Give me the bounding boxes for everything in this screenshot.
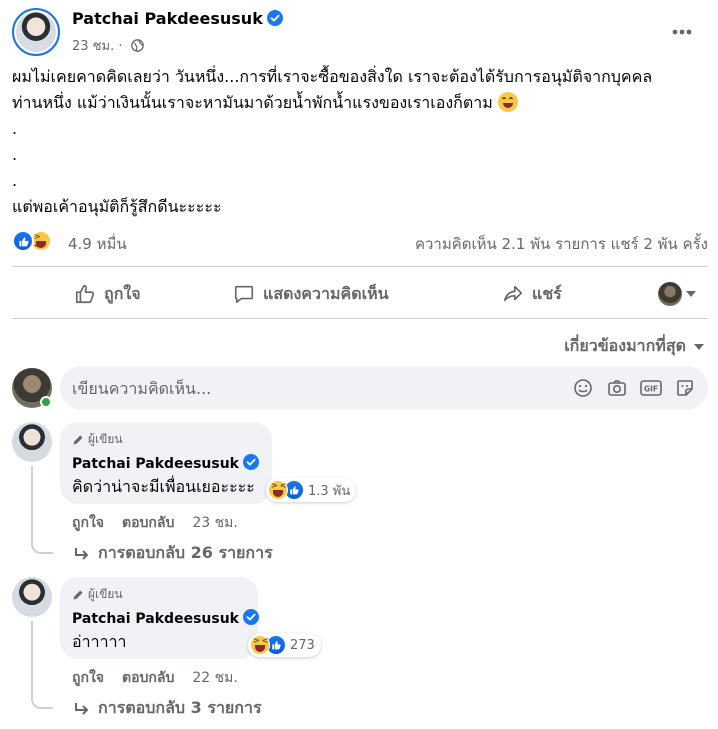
post-time[interactable]: 23 ชม.: [72, 39, 114, 54]
comment-button-label: แสดงความคิดเห็น: [263, 283, 389, 303]
post-author-name[interactable]: Patchai Pakdeesusuk: [72, 9, 263, 28]
comment-like-button[interactable]: ถูกใจ: [72, 670, 104, 686]
comment-text: อ่าาาาา: [72, 632, 127, 651]
reaction-icons[interactable]: [12, 230, 52, 252]
verified-badge-icon: [242, 609, 259, 625]
camera-icon[interactable]: [606, 377, 628, 399]
commenter-avatar[interactable]: [12, 577, 52, 617]
comment-reaction-count: 273: [290, 637, 315, 653]
pencil-icon: [73, 435, 83, 444]
haha-reaction-icon: [250, 635, 270, 655]
public-globe-icon: [130, 39, 144, 52]
comment-bubble-icon: [234, 285, 254, 304]
viewer-avatar: [658, 282, 682, 306]
comment-reply-button[interactable]: ตอบกลับ: [122, 670, 174, 686]
commenter-avatar[interactable]: [12, 422, 52, 462]
comment-composer: GIF: [12, 366, 708, 410]
divider: [12, 318, 708, 319]
post-line: .: [12, 145, 18, 164]
view-replies-label: การตอบกลับ 3 รายการ: [98, 698, 262, 717]
comment-author[interactable]: Patchai Pakdeesusuk: [72, 609, 259, 627]
post-line: ท่านหนึ่ง แม้ว่าเงินนั้นเราจะหามันมาด้วย…: [12, 90, 712, 116]
author-avatar[interactable]: [12, 8, 60, 56]
comment-reactions[interactable]: 273: [248, 633, 321, 657]
like-button[interactable]: ถูกใจ: [74, 273, 141, 315]
post-meta: 23 ชม. ·: [72, 35, 144, 56]
reaction-count[interactable]: 4.9 หมื่น: [68, 232, 127, 256]
author-badge: ผู้เขียน: [72, 585, 246, 604]
sticker-icon[interactable]: [674, 377, 696, 399]
post-more-button[interactable]: [666, 16, 698, 48]
comment-actions: ถูกใจ ตอบกลับ 22 ชม.: [72, 667, 238, 689]
comment-bubble: ผู้เขียน Patchai Pakdeesusuk อ่าาาาา: [60, 577, 259, 659]
composer-tools: GIF: [572, 377, 696, 399]
comment-reply-button[interactable]: ตอบกลับ: [122, 515, 174, 531]
post-line: ผมไม่เคยคาดคิดเลยว่า วันหนึ่ง...การที่เร…: [12, 67, 653, 86]
post-line: .: [12, 119, 18, 138]
comment-actions: ถูกใจ ตอบกลับ 23 ชม.: [72, 512, 238, 534]
comment-time[interactable]: 22 ชม.: [192, 670, 237, 686]
verified-badge-icon: [242, 454, 259, 470]
reply-arrow-icon: [75, 702, 89, 715]
svg-text:GIF: GIF: [644, 385, 658, 394]
thread-connector: [31, 466, 53, 554]
comment-bubble: ผู้เขียน Patchai Pakdeesusuk คิดว่าน่าจะ…: [60, 422, 272, 504]
post-body: ผมไม่เคยคาดคิดเลยว่า วันหนึ่ง...การที่เร…: [12, 64, 712, 220]
divider: [12, 266, 708, 267]
meta-separator: ·: [118, 39, 123, 54]
gif-icon[interactable]: GIF: [640, 377, 662, 399]
post-header: Patchai Pakdeesusuk 23 ชม. ·: [12, 8, 706, 56]
reply-arrow-icon: [75, 547, 89, 560]
pencil-icon: [73, 590, 83, 599]
like-reaction-icon: [12, 230, 34, 252]
online-status-dot: [40, 396, 52, 408]
more-horizontal-icon: [672, 29, 692, 35]
share-as-selector[interactable]: [658, 282, 696, 306]
post-actions: ถูกใจ แสดงความคิดเห็น แชร์: [12, 273, 708, 315]
post-author[interactable]: Patchai Pakdeesusuk: [72, 9, 283, 28]
post-line: แต่พอเค้าอนุมัติก็รู้สึกดีนะะะะะ: [12, 197, 222, 216]
post-line: .: [12, 171, 18, 190]
comment-sort-dropdown[interactable]: เกี่ยวข้องมากที่สุด: [564, 334, 704, 359]
author-badge-label: ผู้เขียน: [88, 587, 123, 601]
comment-reactions[interactable]: 1.3 พัน: [266, 478, 357, 502]
view-replies-button[interactable]: การตอบกลับ 26 รายการ: [74, 541, 273, 566]
comment-text: คิดว่าน่าจะมีเพื่อนเยอะะะะ: [72, 477, 255, 496]
author-badge-label: ผู้เขียน: [88, 432, 123, 446]
thumbs-up-icon: [75, 284, 95, 304]
thread-connector: [31, 621, 53, 709]
share-arrow-icon: [503, 285, 523, 302]
author-badge: ผู้เขียน: [72, 430, 260, 449]
chevron-down-icon: [694, 343, 704, 350]
like-button-label: ถูกใจ: [104, 283, 141, 303]
comments-shares-count[interactable]: ความคิดเห็น 2.1 พัน รายการ แชร์ 2 พัน คร…: [415, 232, 708, 256]
share-button[interactable]: แชร์: [502, 273, 562, 315]
comment-button[interactable]: แสดงความคิดเห็น: [233, 273, 389, 315]
chevron-down-icon: [686, 291, 696, 297]
verified-badge-icon: [266, 10, 283, 26]
comment-reaction-count: 1.3 พัน: [308, 483, 351, 499]
view-replies-button[interactable]: การตอบกลับ 3 รายการ: [74, 696, 262, 721]
comment-author[interactable]: Patchai Pakdeesusuk: [72, 454, 260, 472]
grinning-emoji-icon: [497, 92, 518, 112]
view-replies-label: การตอบกลับ 26 รายการ: [98, 543, 273, 562]
comment-like-button[interactable]: ถูกใจ: [72, 515, 104, 531]
share-button-label: แชร์: [532, 283, 562, 303]
sort-label: เกี่ยวข้องมากที่สุด: [564, 336, 686, 355]
haha-reaction-icon: [268, 480, 288, 500]
comment-time[interactable]: 23 ชม.: [192, 515, 237, 531]
post-stats: 4.9 หมื่น ความคิดเห็น 2.1 พัน รายการ แชร…: [12, 228, 708, 256]
emoji-picker-icon[interactable]: [572, 377, 594, 399]
